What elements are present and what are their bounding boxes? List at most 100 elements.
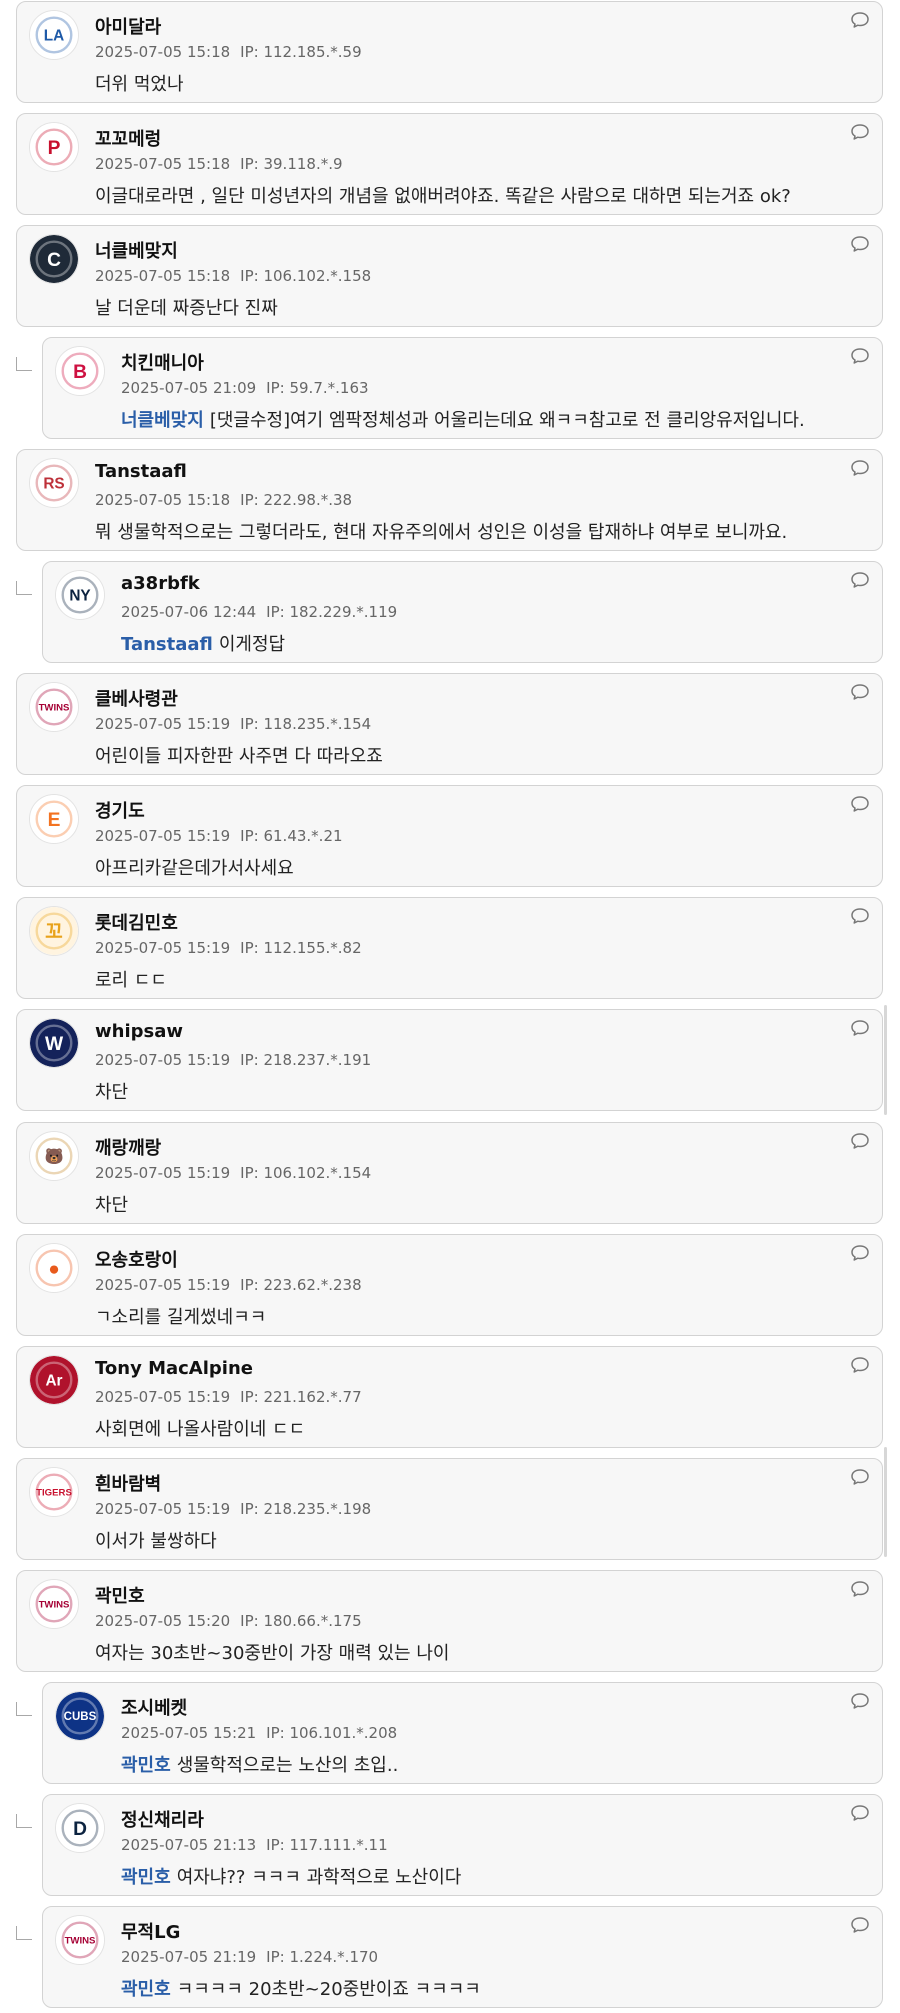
comment-meta: 2025-07-05 15:19 IP: 118.235.*.154 [95, 715, 371, 733]
comment-meta: 2025-07-05 15:19 IP: 221.162.*.77 [95, 1388, 362, 1406]
reply-button[interactable] [850, 346, 870, 366]
comment-nickname[interactable]: 롯데김민호 [95, 909, 178, 935]
reply-mention[interactable]: 너클베맞지 [121, 410, 204, 431]
tigers-d-logo-icon[interactable]: D [55, 1802, 105, 1853]
reply-button[interactable] [850, 570, 870, 590]
svg-text:꼬: 꼬 [45, 922, 63, 943]
reply-button[interactable] [850, 1243, 870, 1263]
comment-date: 2025-07-05 15:19 [95, 1499, 231, 1518]
comment-nickname[interactable]: 곽민호 [95, 1582, 145, 1608]
comment-ip: IP: 218.235.*.198 [240, 1499, 372, 1518]
eagles-logo-icon[interactable]: E [29, 794, 79, 845]
speech-bubble-icon [851, 1917, 869, 1933]
reply-button[interactable] [850, 1355, 870, 1375]
comment-date: 2025-07-05 15:18 [95, 43, 231, 61]
comment-meta: 2025-07-05 15:18 IP: 112.185.*.59 [95, 43, 362, 61]
reply-mention[interactable]: 곽민호 [121, 1979, 171, 2000]
lg-twins-logo-icon[interactable]: TWINS [29, 682, 79, 733]
comment-meta: 2025-07-05 21:13 IP: 117.111.*.11 [121, 1836, 388, 1854]
svg-text:TWINS: TWINS [39, 703, 70, 714]
comment-nickname[interactable]: 흰바람벽 [95, 1470, 161, 1496]
comment-text: 더위 먹었나 [95, 70, 184, 96]
snack-logo-icon[interactable]: 꼬 [29, 906, 79, 957]
comment-text: 차단 [95, 1078, 128, 1104]
comment-card: W whipsaw 2025-07-05 15:19 IP: 218.237.*.… [16, 1009, 883, 1112]
reply-comment-card: CUBS 조시베켓 2025-07-05 15:21 IP: 106.101.*.… [42, 1681, 883, 1784]
comment-date: 2025-07-05 15:21 [121, 1723, 257, 1742]
comment-nickname[interactable]: 아미달라 [95, 13, 161, 39]
comment-nickname[interactable]: 정신채리라 [121, 1806, 204, 1832]
reply-comment-card: B 치킨매니아 2025-07-05 21:09 IP: 59.7.*.163 너… [42, 337, 883, 440]
reply-button[interactable] [850, 1018, 870, 1038]
reply-button[interactable] [850, 1691, 870, 1711]
reply-mention[interactable]: 곽민호 [121, 1755, 171, 1776]
comment-date: 2025-07-05 21:09 [121, 379, 257, 398]
red-sox-logo-icon[interactable]: RS [29, 458, 79, 509]
comment-nickname[interactable]: Tanstaafl [95, 461, 187, 482]
dodgers-logo-icon[interactable]: LA [29, 10, 79, 60]
reply-button[interactable] [850, 458, 870, 478]
svg-text:●: ● [48, 1258, 60, 1279]
reply-button[interactable] [850, 234, 870, 254]
reply-button[interactable] [850, 1131, 870, 1151]
comment-body: 날 더운데 짜증난다 진짜 [95, 298, 278, 320]
lg-twins-logo-icon[interactable]: TWINS [29, 1578, 79, 1629]
comment-text: 곽민호 생물학적으로는 노산의 초입.. [121, 1751, 398, 1777]
speech-bubble-icon [851, 124, 869, 140]
braves-logo-icon[interactable]: B [55, 346, 105, 397]
comment-nickname[interactable]: 무적LG [121, 1918, 180, 1944]
reply-button[interactable] [850, 1915, 870, 1935]
cubs-logo-icon[interactable]: CUBS [55, 1690, 105, 1741]
orange-ball-logo-icon[interactable]: ● [29, 1242, 79, 1293]
arsenal-logo-icon[interactable]: Ar [29, 1354, 79, 1405]
comment-card: RS Tanstaafl 2025-07-05 15:18 IP: 222.98.… [16, 449, 883, 552]
comment-ip: IP: 118.235.*.154 [240, 715, 372, 734]
comment-nickname[interactable]: 조시베켓 [121, 1694, 187, 1720]
reply-mention[interactable]: Tanstaafl [121, 634, 213, 655]
reply-button[interactable] [850, 1803, 870, 1823]
nationals-logo-icon[interactable]: W [29, 1018, 79, 1069]
reply-mention[interactable]: 곽민호 [121, 1867, 171, 1888]
comment-nickname[interactable]: 경기도 [95, 797, 145, 823]
scrollbar-thumb[interactable] [884, 1005, 887, 1115]
svg-text:D: D [73, 1819, 87, 1840]
lg-twins-logo-icon[interactable]: TWINS [55, 1914, 105, 1965]
comment-card: Ar Tony MacAlpine 2025-07-05 15:19 IP: 22… [16, 1345, 883, 1448]
reply-button[interactable] [850, 1579, 870, 1599]
comment-nickname[interactable]: 꼬꼬메렁 [95, 125, 161, 151]
svg-text:Ar: Ar [45, 1372, 62, 1389]
comment-date: 2025-07-05 15:19 [95, 1051, 231, 1070]
comment-nickname[interactable]: 오송호랑이 [95, 1246, 178, 1272]
reply-button[interactable] [850, 1467, 870, 1487]
comment-text: 아프리카같은데가서사세요 [95, 854, 294, 880]
reply-button[interactable] [850, 10, 870, 30]
reply-button[interactable] [850, 794, 870, 814]
comment-body: 아프리카같은데가서사세요 [95, 858, 294, 880]
comment-meta: 2025-07-05 15:19 IP: 223.62.*.238 [95, 1276, 362, 1294]
comment-nickname[interactable]: 너클베맞지 [95, 237, 178, 263]
scrollbar-thumb[interactable] [884, 1447, 887, 1557]
comment-card: C 너클베맞지 2025-07-05 15:18 IP: 106.102.*.15… [16, 225, 883, 328]
comment-body: 이글대로라면 , 일단 미성년자의 개념을 없애버려야죠. 똑같은 사람으로 대… [95, 186, 791, 208]
kia-tigers-logo-icon[interactable]: TIGERS [29, 1466, 79, 1517]
comment-meta: 2025-07-06 12:44 IP: 182.229.*.119 [121, 603, 397, 621]
c-logo-icon[interactable]: C [29, 234, 79, 285]
bear-character-icon[interactable]: 🐻 [29, 1130, 79, 1181]
comment-date: 2025-07-05 15:19 [95, 939, 231, 958]
reply-button[interactable] [850, 682, 870, 702]
reply-button[interactable] [850, 122, 870, 142]
comment-nickname[interactable]: 깨랑깨랑 [95, 1134, 161, 1160]
phillies-logo-icon[interactable]: P [29, 122, 79, 173]
comment-nickname[interactable]: 클베사령관 [95, 685, 178, 711]
comment-nickname[interactable]: Tony MacAlpine [95, 1358, 253, 1379]
comment-nickname[interactable]: 치킨매니아 [121, 349, 204, 375]
comment-ip: IP: 112.185.*.59 [240, 43, 362, 61]
comment-body: 로리 ㄷㄷ [95, 970, 167, 992]
comment-nickname[interactable]: a38rbfk [121, 573, 200, 594]
comment-text: 로리 ㄷㄷ [95, 966, 167, 992]
comment-nickname[interactable]: whipsaw [95, 1021, 183, 1042]
comment-body: [댓글수정]여기 엠팍정체성과 어울리는데요 왜ㅋㅋ참고로 전 클리앙유저입니다… [209, 410, 805, 432]
yankees-logo-icon[interactable]: NY [55, 570, 105, 621]
comment-ip: IP: 1.224.*.170 [266, 1947, 379, 1966]
reply-button[interactable] [850, 906, 870, 926]
